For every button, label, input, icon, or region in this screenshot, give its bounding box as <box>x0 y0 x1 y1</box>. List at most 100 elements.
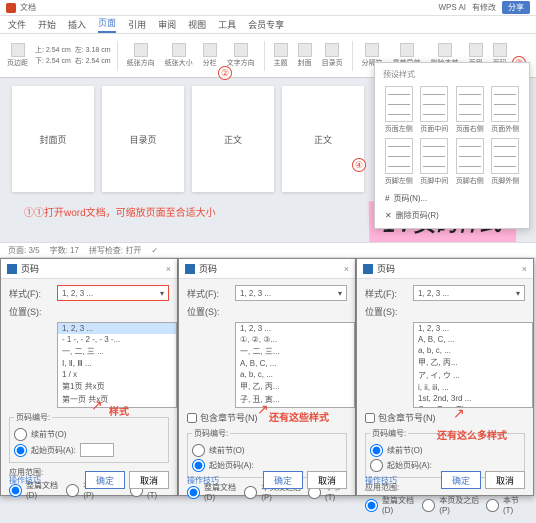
pagenumber-dialog-1: 页码 × 样式(F): 1, 2, 3 ...▾ 位置(S): 1, 2, 3 ..… <box>0 258 178 496</box>
preset-bot-left[interactable]: 页脚左侧 <box>383 138 415 186</box>
page-body2[interactable]: 正文 <box>282 86 364 192</box>
style-select[interactable]: 1, 2, 3 ...▾ <box>235 285 347 301</box>
arrow-icon: ↗ <box>91 397 103 414</box>
chk-chapter[interactable] <box>365 413 375 423</box>
doc-name: 文档 <box>20 2 36 13</box>
page-toc[interactable]: 目录页 <box>102 86 184 192</box>
annotation-mark-4: ④ <box>352 158 366 172</box>
ribbon-theme[interactable]: 主题 <box>271 41 291 70</box>
menu-view[interactable]: 视图 <box>188 18 206 31</box>
menu-bar: 文件 开始 插入 页面 引用 审阅 视图 工具 会员专享 <box>0 16 536 34</box>
ribbon-margins[interactable]: 页边距 <box>4 41 31 70</box>
status-spell: 拼写检查: 打开 <box>89 245 141 256</box>
pagenumber-dropdown: 预设样式 页面左侧 页面中间 页面右侧 页面外侧 页脚左侧 页脚中间 页脚右侧 … <box>374 62 530 229</box>
menu-insert[interactable]: 插入 <box>68 18 86 31</box>
tip-open-doc: ①①打开word文档，可缩放页面至合适大小 <box>24 204 216 219</box>
anno-more-styles: 还有这些样式 <box>269 409 329 424</box>
style-select[interactable]: 1, 2, 3 ...▾ <box>57 285 169 301</box>
preset-top-outer[interactable]: 页面外侧 <box>490 86 522 134</box>
status-check: ✓ <box>151 246 158 255</box>
dialog-icon <box>185 264 195 274</box>
menu-review[interactable]: 审阅 <box>158 18 176 31</box>
ok-button[interactable]: 确定 <box>441 471 481 489</box>
margin-right: 右: 2.54 cm <box>75 56 111 66</box>
preset-bot-outer[interactable]: 页脚外侧 <box>490 138 522 186</box>
dropdown-header: 预设样式 <box>379 67 525 82</box>
style-list[interactable]: 1, 2, 3 ... ①, ②, ③... 一, 二, 三... A, B, … <box>235 322 355 408</box>
preset-top-left[interactable]: 页面左侧 <box>383 86 415 134</box>
startat-input[interactable] <box>80 443 114 457</box>
radio-continue[interactable] <box>14 428 27 441</box>
app-titlebar: 文档 WPS AI 有修改 分享 <box>0 0 536 16</box>
page-cover[interactable]: 封面页 <box>12 86 94 192</box>
update-label: 有修改 <box>472 2 496 13</box>
annotation-mark-2: ② <box>218 66 232 80</box>
share-button[interactable]: 分享 <box>502 1 530 14</box>
cancel-button[interactable]: 取消 <box>307 471 347 489</box>
radio-continue[interactable] <box>192 444 205 457</box>
chevron-down-icon: ▾ <box>516 289 520 298</box>
anno-many-styles: 还有这么多样式 <box>437 427 507 442</box>
status-words: 字数: 17 <box>50 245 79 256</box>
menu-tools[interactable]: 工具 <box>218 18 236 31</box>
dialog-icon <box>7 264 17 274</box>
pagenumber-dialog-3: 页码× 样式(F):1, 2, 3 ...▾ 位置(S): 1, 2, 3 ..… <box>356 258 534 496</box>
margin-left: 左: 3.18 cm <box>75 45 111 55</box>
ribbon-size[interactable]: 纸张大小 <box>162 41 196 70</box>
pos-label: 位置(S): <box>9 305 53 318</box>
status-page: 页面: 3/5 <box>8 245 40 256</box>
preset-top-center[interactable]: 页面中间 <box>419 86 451 134</box>
status-bar: 页面: 3/5 字数: 17 拼写检查: 打开 ✓ <box>0 242 536 257</box>
ok-button[interactable]: 确定 <box>263 471 303 489</box>
page-body1[interactable]: 正文 <box>192 86 274 192</box>
close-icon[interactable]: × <box>522 264 527 274</box>
dialog-title: 页码 <box>377 262 395 275</box>
menu-home[interactable]: 开始 <box>38 18 56 31</box>
menu-member[interactable]: 会员专享 <box>248 18 284 31</box>
ribbon-columns[interactable]: 分栏 <box>200 41 220 70</box>
menu-ref[interactable]: 引用 <box>128 18 146 31</box>
style-list[interactable]: 1, 2, 3 ... - 1 -, - 2 -, - 3 -... 一, 二,… <box>57 322 177 408</box>
ok-button[interactable]: 确定 <box>85 471 125 489</box>
style-list[interactable]: 1, 2, 3 ... A, B, C, ... a, b, c, ... 甲,… <box>413 322 533 408</box>
wps-ai-label[interactable]: WPS AI <box>438 3 466 12</box>
menu-delete-pagenumber[interactable]: ✕删除页码(R) <box>379 207 525 224</box>
ribbon-toc[interactable]: 目录页 <box>319 41 346 70</box>
ribbon-orient[interactable]: 纸张方向 <box>124 41 158 70</box>
close-icon[interactable]: × <box>166 264 171 274</box>
chevron-down-icon: ▾ <box>160 289 164 298</box>
arrow-icon: ↗ <box>453 405 465 422</box>
menu-file[interactable]: 文件 <box>8 18 26 31</box>
dialog-title: 页码 <box>21 262 39 275</box>
radio-continue[interactable] <box>370 444 383 457</box>
tips-link[interactable]: 操作技巧 <box>9 475 41 486</box>
dialogs-area: 页码 × 样式(F): 1, 2, 3 ...▾ 位置(S): 1, 2, 3 ..… <box>0 258 536 500</box>
delete-icon: ✕ <box>385 211 392 220</box>
menu-pagenumber[interactable]: #页码(N)... <box>379 190 525 207</box>
cancel-button[interactable]: 取消 <box>129 471 169 489</box>
tips-link[interactable]: 操作技巧 <box>187 475 219 486</box>
wps-logo <box>6 3 16 13</box>
ribbon-cover[interactable]: 封面 <box>295 41 315 70</box>
tips-link[interactable]: 操作技巧 <box>365 475 397 486</box>
close-icon[interactable]: × <box>344 264 349 274</box>
style-label: 样式(F): <box>9 287 53 300</box>
radio-startat[interactable] <box>14 444 27 457</box>
hash-icon: # <box>385 194 389 203</box>
style-select[interactable]: 1, 2, 3 ...▾ <box>413 285 525 301</box>
pagenumber-dialog-2: 页码× 样式(F):1, 2, 3 ...▾ 位置(S): 1, 2, 3 ..… <box>178 258 356 496</box>
chevron-down-icon: ▾ <box>338 289 342 298</box>
margin-bottom: 下: 2.54 cm <box>35 56 71 66</box>
preset-bot-right[interactable]: 页脚右侧 <box>454 138 486 186</box>
anno-style: 样式 <box>109 403 129 418</box>
menu-page[interactable]: 页面 <box>98 16 116 33</box>
chk-chapter[interactable] <box>187 413 197 423</box>
preset-top-right[interactable]: 页面右侧 <box>454 86 486 134</box>
preset-bot-center[interactable]: 页脚中间 <box>419 138 451 186</box>
margin-top: 上: 2.54 cm <box>35 45 71 55</box>
dialog-icon <box>363 264 373 274</box>
cancel-button[interactable]: 取消 <box>485 471 525 489</box>
dialog-title: 页码 <box>199 262 217 275</box>
arrow-icon: ↗ <box>257 401 269 418</box>
ribbon-textdir[interactable]: 文字方向 <box>224 41 258 70</box>
